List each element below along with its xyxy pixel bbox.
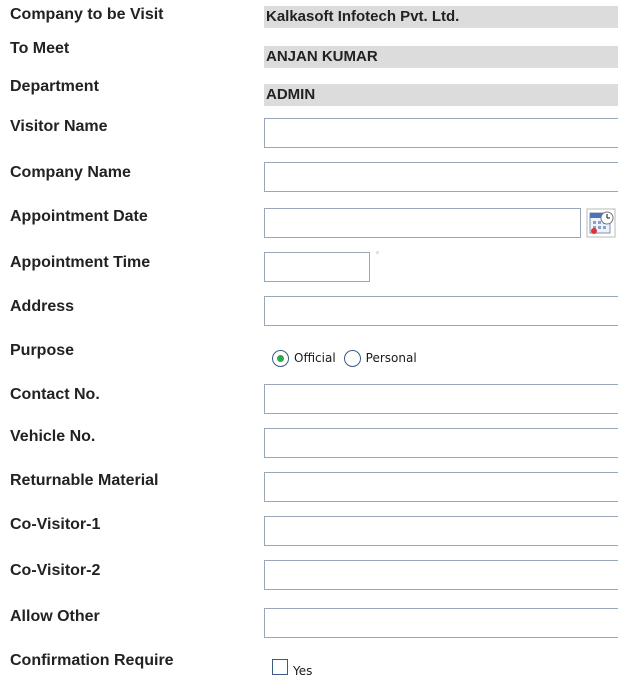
to-meet-value: ANJAN KUMAR bbox=[264, 46, 618, 68]
label-visitor-name: Visitor Name bbox=[10, 118, 108, 135]
label-company-to-visit: Company to be Visit bbox=[10, 6, 164, 23]
label-contact-no: Contact No. bbox=[10, 386, 100, 403]
department-value: ADMIN bbox=[264, 84, 618, 106]
label-purpose: Purpose bbox=[10, 342, 75, 359]
appointment-date-input[interactable] bbox=[264, 208, 581, 238]
purpose-personal-label[interactable]: Personal bbox=[366, 351, 417, 365]
label-appointment-time: Appointment Time bbox=[10, 254, 151, 271]
address-input[interactable] bbox=[264, 296, 618, 326]
label-to-meet: To Meet bbox=[10, 40, 70, 57]
allow-other-input[interactable] bbox=[264, 608, 618, 638]
label-returnable-material: Returnable Material bbox=[10, 472, 159, 489]
purpose-official-label[interactable]: Official bbox=[294, 351, 336, 365]
purpose-personal-radio[interactable] bbox=[343, 349, 361, 367]
appointment-time-input[interactable] bbox=[264, 252, 370, 282]
label-allow-other: Allow Other bbox=[10, 608, 100, 625]
contact-no-input[interactable] bbox=[264, 384, 618, 414]
confirmation-yes-label[interactable]: Yes bbox=[293, 664, 312, 678]
returnable-material-input[interactable] bbox=[264, 472, 618, 502]
label-company-name: Company Name bbox=[10, 164, 131, 181]
label-co-visitor-1: Co-Visitor-1 bbox=[10, 516, 101, 533]
co-visitor-2-input[interactable] bbox=[264, 560, 618, 590]
label-co-visitor-2: Co-Visitor-2 bbox=[10, 562, 101, 579]
calendar-icon[interactable] bbox=[586, 208, 616, 238]
co-visitor-1-input[interactable] bbox=[264, 516, 618, 546]
label-vehicle-no: Vehicle No. bbox=[10, 428, 96, 445]
purpose-radio-group: Official Personal bbox=[272, 347, 425, 369]
company-name-input[interactable] bbox=[264, 162, 618, 192]
label-confirmation-require: Confirmation Require bbox=[10, 652, 174, 669]
label-department: Department bbox=[10, 78, 99, 95]
purpose-official-radio[interactable] bbox=[272, 349, 289, 367]
visitor-name-input[interactable] bbox=[264, 118, 618, 148]
confirmation-require-group: Yes bbox=[272, 656, 312, 678]
vehicle-no-input[interactable] bbox=[264, 428, 618, 458]
time-field-marker bbox=[376, 251, 379, 254]
label-appointment-date: Appointment Date bbox=[10, 208, 148, 225]
confirmation-yes-checkbox[interactable] bbox=[272, 659, 288, 675]
label-address: Address bbox=[10, 298, 75, 315]
company-to-visit-value: Kalkasoft Infotech Pvt. Ltd. bbox=[264, 6, 618, 28]
